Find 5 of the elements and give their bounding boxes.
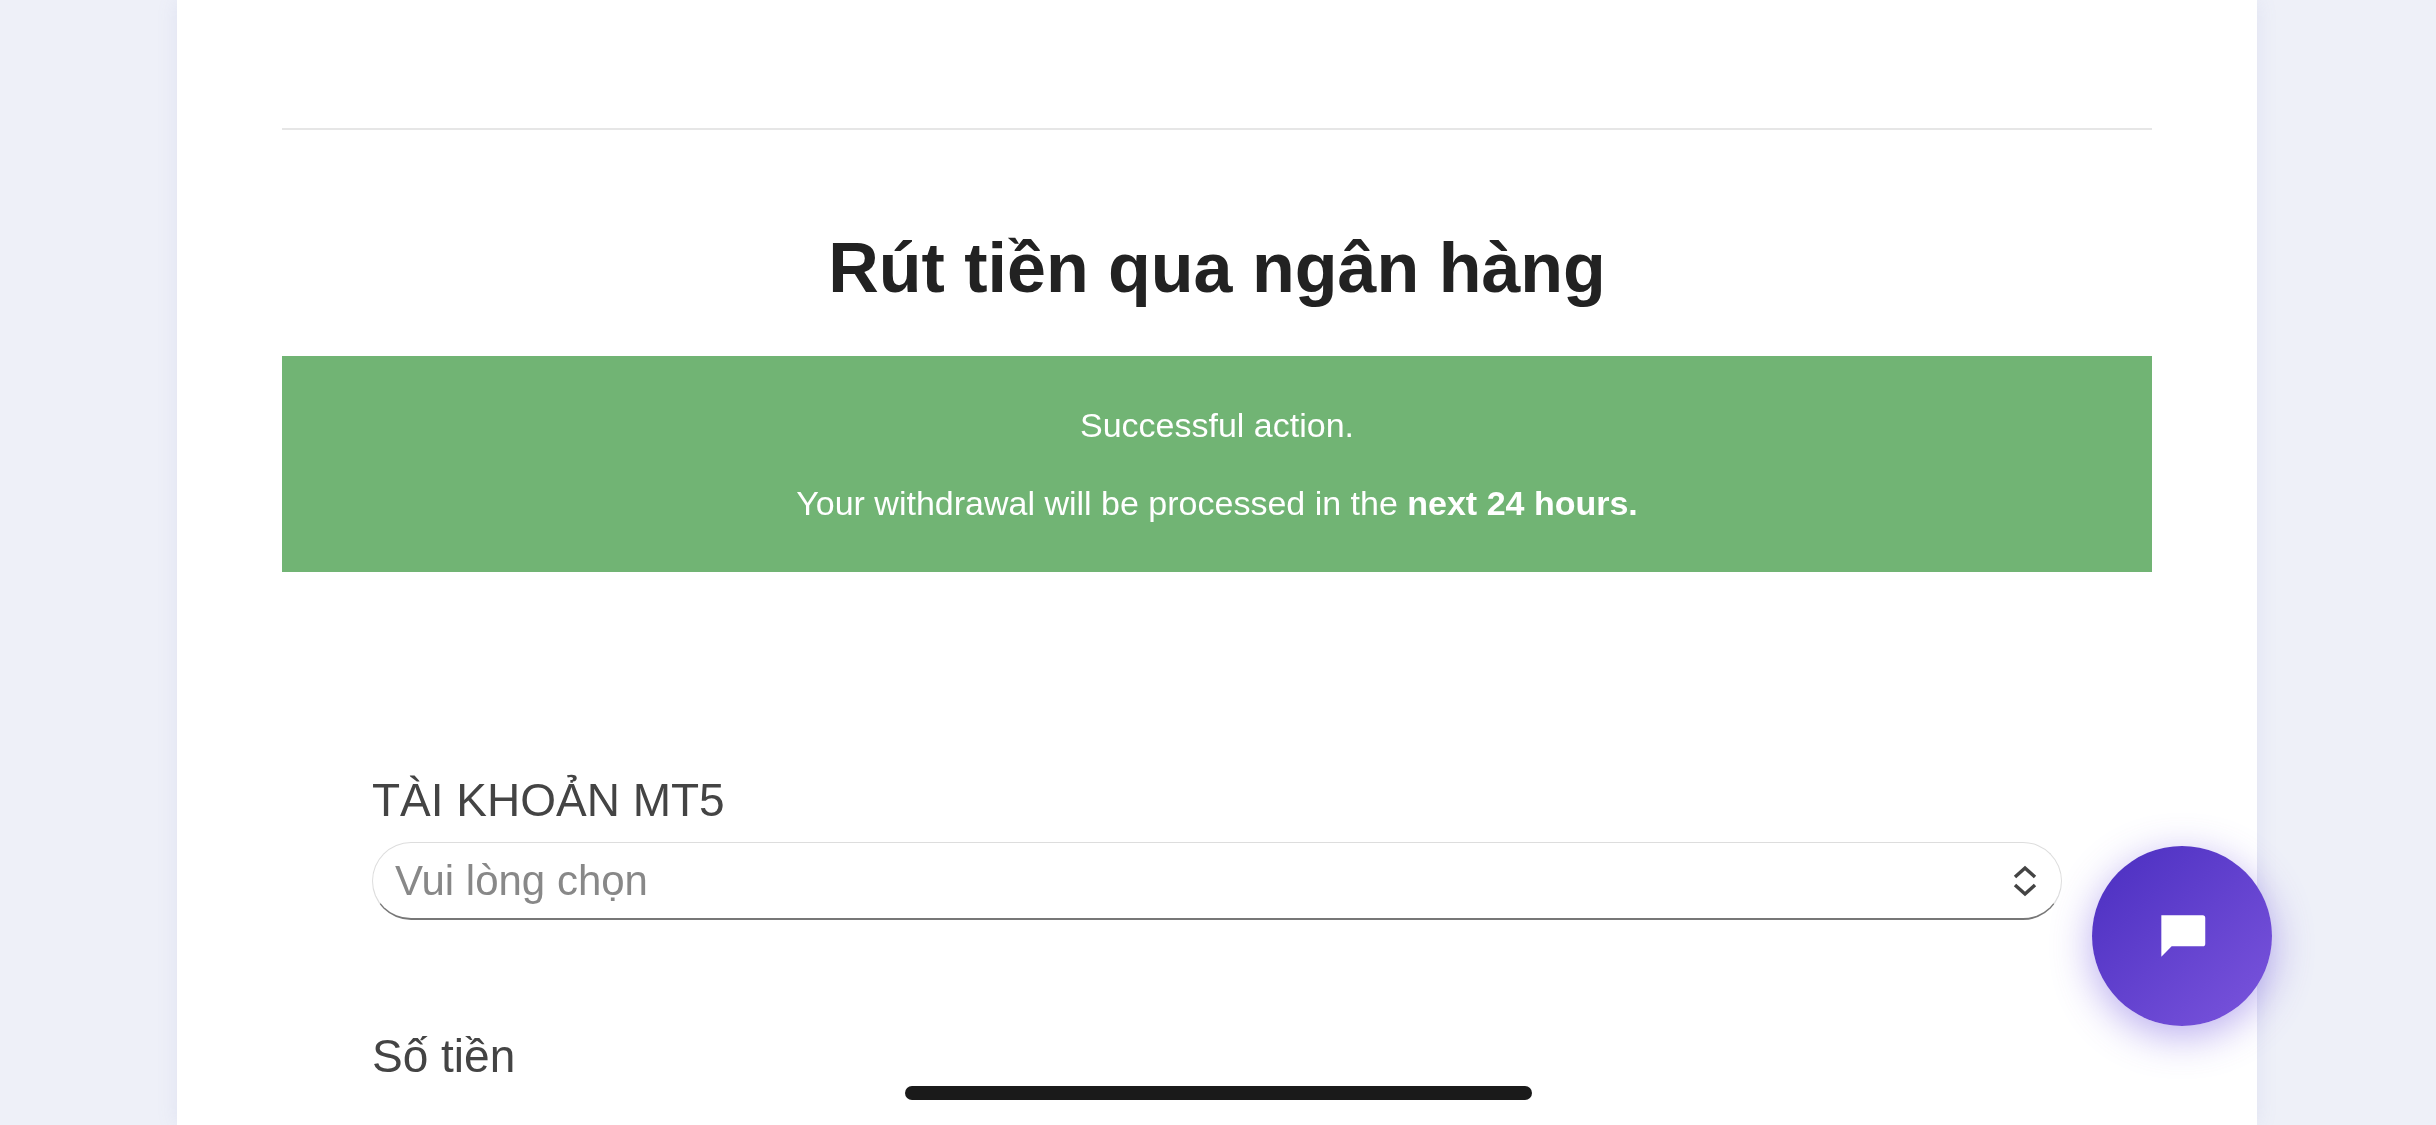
alert-message: Your withdrawal will be processed in the next 24 hours. (796, 486, 1638, 520)
alert-message: Successful action. (1080, 408, 1354, 442)
field-label: Số tiền (372, 1029, 517, 1084)
field-label: TÀI KHOẢN MT5 (372, 773, 726, 828)
page-title: Rút tiền qua ngân hàng (827, 228, 1607, 309)
